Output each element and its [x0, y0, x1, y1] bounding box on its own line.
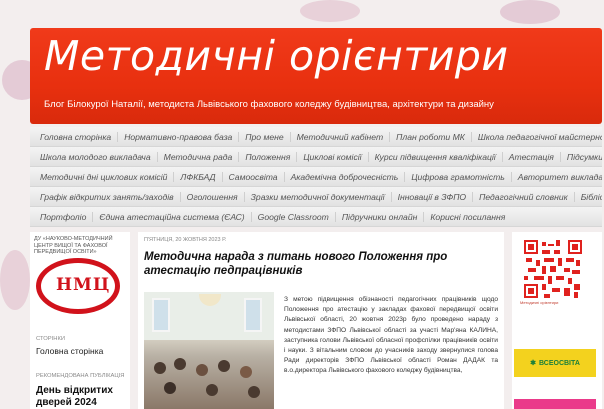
- nav-item-commissions[interactable]: Циклові комісії: [296, 151, 367, 162]
- nav-item-dictionary[interactable]: Педагогічний словник: [472, 191, 574, 202]
- post-date: П'ЯТНИЦЯ, 20 ЖОВТНЯ 2023 Р.: [144, 237, 227, 243]
- nav-item-self-education[interactable]: Самоосвіта: [221, 171, 284, 182]
- pages-link-home[interactable]: Головна сторінка: [36, 346, 103, 356]
- org-caption: ДУ «НАУКОВО-МЕТОДИЧНИЙ ЦЕНТР ВИЩОЇ ТА ФА…: [34, 236, 113, 255]
- background-flower: [300, 0, 360, 22]
- nav-item-methodical-council[interactable]: Методична рада: [156, 151, 239, 162]
- nav-item-textbooks[interactable]: Підручники онлайн: [334, 211, 424, 222]
- nav-item-plan[interactable]: План роботи МК: [389, 131, 471, 142]
- nav-row: Головна сторінка Нормативно-правова база…: [30, 127, 602, 147]
- nav-item-doc-samples[interactable]: Зразки методичної документації: [243, 191, 391, 202]
- post-title[interactable]: Методична нарада з питань нового Положен…: [144, 250, 494, 278]
- nav-item-digital-literacy[interactable]: Цифрова грамотність: [404, 171, 510, 182]
- photo-person: [206, 384, 218, 396]
- qr-caption: Методичні орієнтири: [520, 300, 559, 305]
- main-post: П'ЯТНИЦЯ, 20 ЖОВТНЯ 2023 Р. Методична на…: [138, 232, 504, 409]
- vseosvita-logo-icon: ✱: [530, 360, 536, 367]
- nav-item-regulations[interactable]: Положення: [238, 151, 296, 162]
- nav-item-eas[interactable]: Єдина атестаційна система (ЄАС): [92, 211, 250, 222]
- nav-item-young-teacher[interactable]: Школа молодого викладача: [34, 152, 157, 162]
- nav-item-useful-links[interactable]: Корисні посилання: [423, 211, 511, 222]
- logo-text: НМЦ: [56, 275, 111, 295]
- blog-title[interactable]: Методичні орієнтири: [44, 32, 509, 80]
- nav-item-innovations[interactable]: Інновації в ЗФПО: [390, 191, 473, 202]
- nav-row: Графік відкритих занять/заходів Оголошен…: [30, 187, 602, 207]
- blog-subtitle: Блог Білокурої Наталії, методиста Львівс…: [44, 99, 494, 110]
- nav-row: Школа молодого викладача Методична рада …: [30, 147, 602, 167]
- vseosvita-banner[interactable]: ✱ ВСЕОСВІТА: [514, 349, 596, 377]
- nav-row: Портфоліо Єдина атестаційна система (ЄАС…: [30, 207, 602, 227]
- nav-item-about[interactable]: Про мене: [238, 131, 289, 142]
- photo-person: [240, 366, 252, 378]
- nav-item-courses[interactable]: Курси підвищення кваліфікації: [367, 151, 502, 162]
- right-sidebar: Методичні орієнтири ✱ ВСЕОСВІТА: [512, 232, 602, 409]
- nav-item-legal-base[interactable]: Нормативно-правова база: [117, 131, 238, 142]
- recommended-post-title[interactable]: День відкритих дверей 2024: [36, 385, 128, 409]
- photo-person: [154, 362, 166, 374]
- photo-window: [244, 298, 262, 332]
- promo-banner[interactable]: [514, 399, 596, 409]
- nav-item-open-lessons[interactable]: Графік відкритих занять/заходів: [34, 192, 180, 202]
- nmc-logo[interactable]: НМЦ: [36, 258, 120, 314]
- pages-heading: СТОРІНКИ: [36, 336, 65, 342]
- nav-item-integrity[interactable]: Академічна доброчесність: [283, 171, 405, 182]
- nav-item-classroom[interactable]: Google Classroom: [250, 211, 335, 222]
- blog-header: Методичні орієнтири Блог Білокурої Натал…: [30, 28, 602, 124]
- photo-person: [196, 364, 208, 376]
- event-photo[interactable]: [144, 292, 274, 409]
- photo-person: [218, 360, 230, 372]
- left-sidebar: ДУ «НАУКОВО-МЕТОДИЧНИЙ ЦЕНТР ВИЩОЇ ТА ФА…: [30, 232, 130, 409]
- nav-item-lfkbad[interactable]: ЛФКБАД: [173, 171, 221, 182]
- nav-item-results[interactable]: Підсумки МР: [559, 151, 602, 162]
- nav-item-portfolio[interactable]: Портфоліо: [34, 212, 92, 222]
- nav-item-home[interactable]: Головна сторінка: [34, 132, 117, 142]
- photo-person: [164, 382, 176, 394]
- page-navigation: Головна сторінка Нормативно-правова база…: [30, 127, 602, 227]
- nav-item-library[interactable]: Бібліотека: [573, 191, 602, 202]
- nav-item-method-days[interactable]: Методичні дні циклових комісій: [34, 172, 173, 182]
- photo-person: [248, 386, 260, 398]
- photo-person: [174, 358, 186, 370]
- nav-item-teacher-authority[interactable]: Авторитет викладача: [510, 171, 602, 182]
- vseosvita-label: ВСЕОСВІТА: [538, 359, 580, 367]
- qr-code-icon[interactable]: [524, 240, 582, 298]
- nav-row: Методичні дні циклових комісій ЛФКБАД Са…: [30, 167, 602, 187]
- post-body: З метою підвищення обізнаності педагогіч…: [284, 296, 498, 375]
- nav-item-announcements[interactable]: Оголошення: [179, 191, 244, 202]
- nav-item-mastery-school[interactable]: Школа педагогічної майстерності: [470, 131, 602, 142]
- recommended-heading: РЕКОМЕНДОВАНА ПУБЛІКАЦІЯ: [36, 373, 125, 379]
- nav-item-methodical-office[interactable]: Методичний кабінет: [289, 131, 390, 142]
- photo-window: [152, 298, 170, 332]
- background-flower: [500, 0, 560, 24]
- background-flower: [0, 250, 30, 310]
- nav-item-attestation[interactable]: Атестація: [501, 151, 560, 162]
